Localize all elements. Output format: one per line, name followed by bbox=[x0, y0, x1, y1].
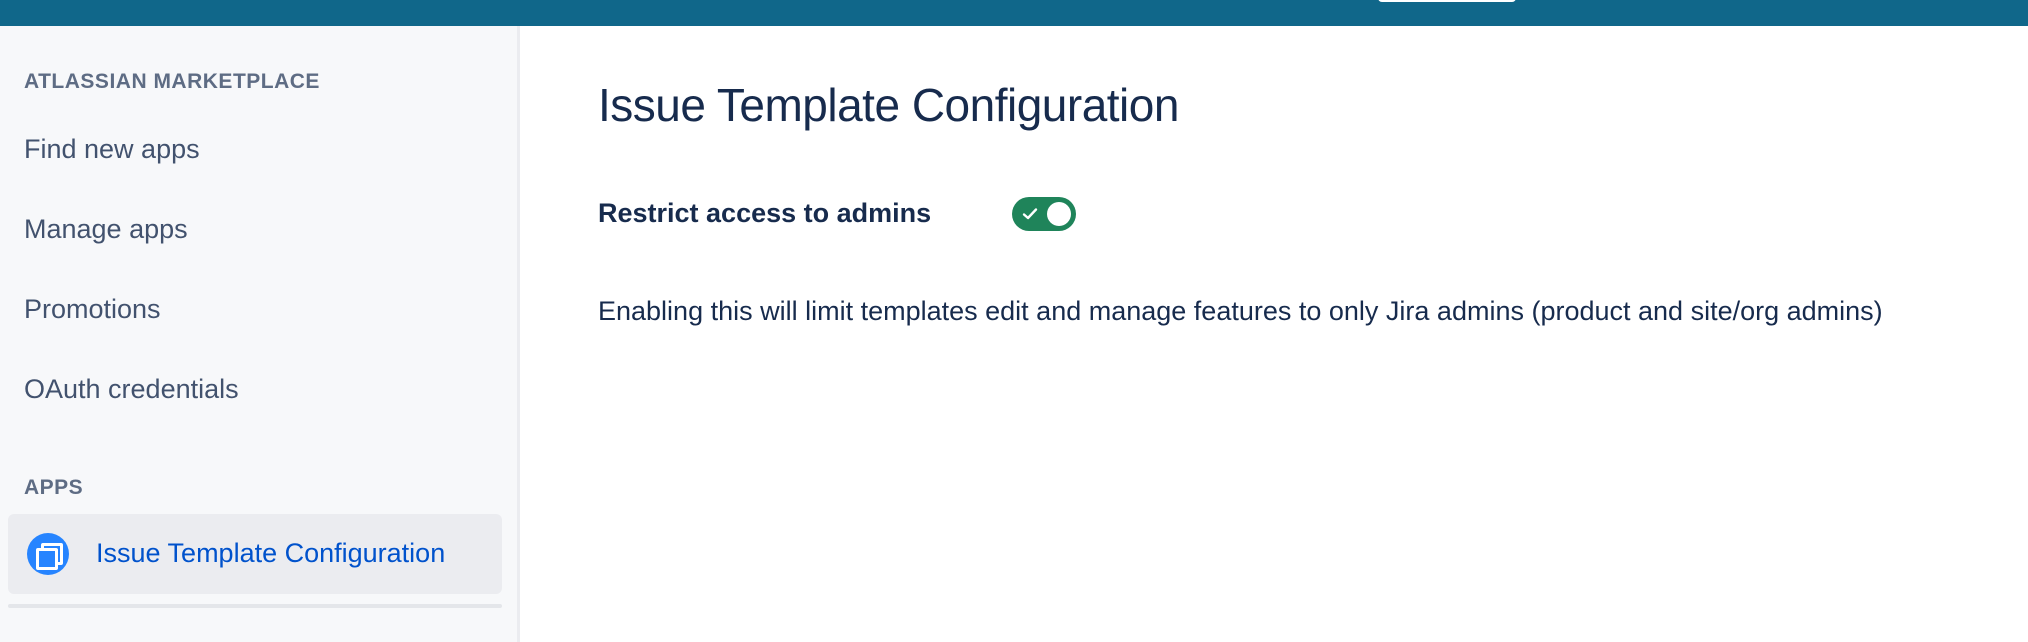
toggle-knob bbox=[1047, 202, 1071, 226]
sidebar-item-issue-template-configuration[interactable]: Issue Template Configuration bbox=[8, 514, 502, 594]
template-app-icon bbox=[27, 533, 69, 575]
top-navigation-bar bbox=[0, 0, 2028, 26]
checkmark-icon bbox=[1022, 208, 1038, 220]
sidebar-item-oauth-credentials[interactable]: OAuth credentials bbox=[24, 374, 239, 405]
restrict-access-toggle[interactable] bbox=[1012, 197, 1076, 231]
sidebar-divider bbox=[8, 604, 502, 608]
restrict-access-label: Restrict access to admins bbox=[598, 198, 932, 228]
topbar-button[interactable] bbox=[1378, 0, 1516, 2]
sidebar-item-manage-apps[interactable]: Manage apps bbox=[24, 214, 188, 245]
sidebar-item-promotions[interactable]: Promotions bbox=[24, 294, 161, 325]
page-title: Issue Template Configuration bbox=[598, 79, 1179, 131]
marketplace-section-heading: ATLASSIAN MARKETPLACE bbox=[24, 70, 320, 93]
main-content: Issue Template Configuration Restrict ac… bbox=[520, 26, 2028, 642]
apps-section-heading: APPS bbox=[24, 476, 84, 499]
sidebar-item-label: Issue Template Configuration bbox=[96, 538, 446, 568]
sidebar-item-find-new-apps[interactable]: Find new apps bbox=[24, 134, 200, 165]
restrict-access-description: Enabling this will limit templates edit … bbox=[598, 296, 1883, 326]
sidebar: ATLASSIAN MARKETPLACE Find new apps Mana… bbox=[0, 26, 520, 642]
